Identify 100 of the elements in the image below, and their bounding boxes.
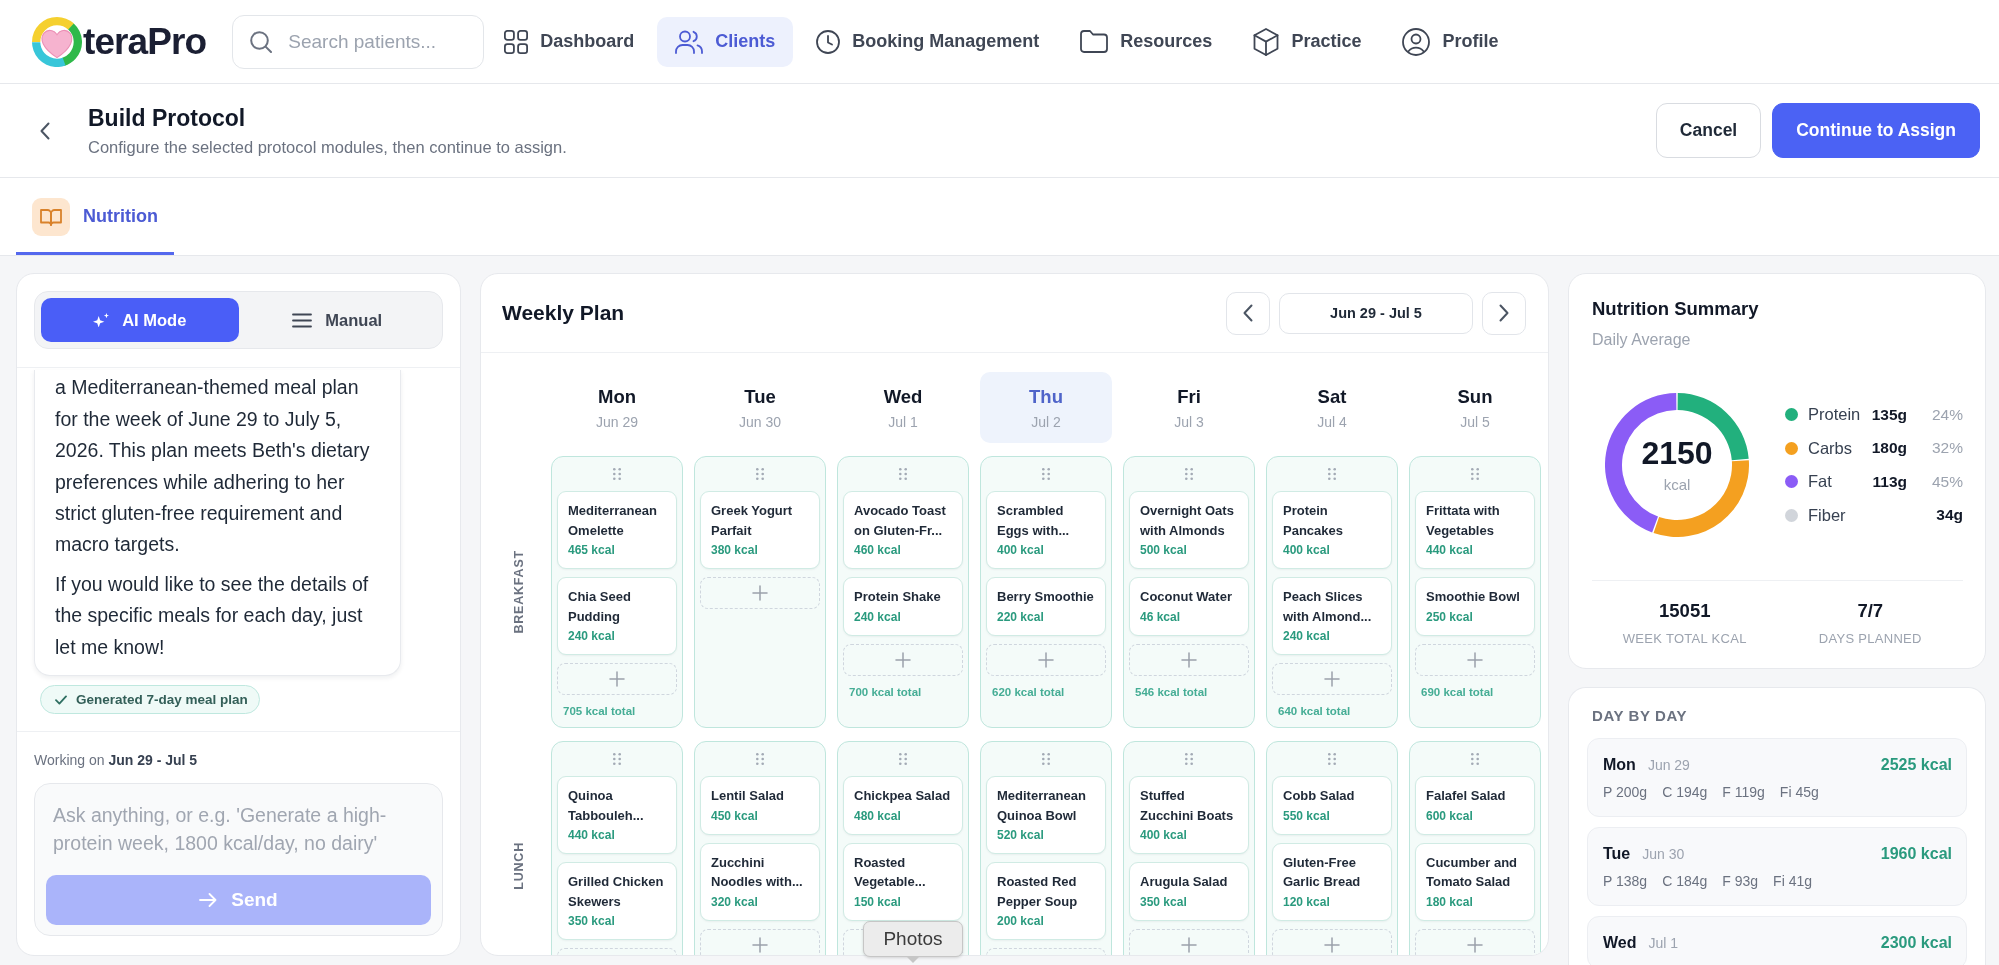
legend-percent: 32% [1930,439,1963,458]
day-header[interactable]: Thu Jul 2 [980,372,1112,443]
meal-kcal: 150 kcal [854,893,902,910]
add-meal-button[interactable] [843,643,963,676]
drag-handle-icon[interactable] [1328,468,1336,480]
add-meal-button[interactable] [1129,643,1249,676]
meal-card[interactable]: Roasted Red Pepper Soup 200 kcal [986,862,1106,940]
meal-card[interactable]: Avocado Toast on Gluten-Fr... 460 kcal [843,491,963,569]
nav-link[interactable]: Practice [1235,16,1380,67]
drag-handle-icon[interactable] [1042,753,1050,765]
add-meal-button[interactable] [986,643,1106,676]
day-summary-card[interactable]: Wed Jul 1 2300 kcal [1587,916,1967,965]
nav-link[interactable]: Booking Management [798,16,1058,67]
tooltip-pointer-icon [907,957,919,963]
meal-card[interactable]: Zucchini Noodles with... 320 kcal [700,842,820,921]
add-meal-button[interactable] [557,663,677,695]
meal-card[interactable]: Chia Seed Pudding 240 kcal [557,577,677,655]
macro-value: C 184g [1662,873,1708,890]
meal-card[interactable]: Stuffed Zucchini Boats 400 kcal [1129,776,1249,854]
mode-option[interactable]: Manual [238,298,436,342]
nav-link[interactable]: Clients [657,16,794,67]
meal-card[interactable]: Mediterranean Quinoa Bowl 520 kcal [986,776,1106,854]
previous-week-button[interactable] [1226,291,1270,335]
drag-handle-icon[interactable] [756,753,764,765]
nav-link[interactable]: Dashboard [486,16,653,67]
meal-kcal: 440 kcal [1426,542,1474,558]
meal-card[interactable]: Chickpea Salad 480 kcal [843,776,963,835]
meal-card[interactable]: Smoothie Bowl 250 kcal [1415,577,1535,636]
add-meal-button[interactable] [1415,643,1535,676]
day-header[interactable]: Sat Jul 4 [1266,372,1398,443]
drag-handle-icon[interactable] [1471,468,1479,480]
section-title: DAY BY DAY [1591,706,1689,726]
meal-card[interactable]: Scrambled Eggs with... 400 kcal [986,491,1106,569]
meal-card[interactable]: Greek Yogurt Parfait 380 kcal [700,491,820,569]
meal-card[interactable]: Lentil Salad 450 kcal [700,776,820,835]
tooltip: Photos [863,921,963,957]
day-header[interactable]: Mon Jun 29 [551,372,683,443]
meal-card[interactable]: Cobb Salad 550 kcal [1272,776,1392,835]
mode-option[interactable]: AI Mode [41,298,239,342]
drag-handle-icon[interactable] [899,753,907,765]
meal-card[interactable]: Berry Smoothie 220 kcal [986,577,1106,636]
plus-icon [1181,651,1197,668]
add-meal-button[interactable] [1415,928,1535,955]
meal-card[interactable]: Grilled Chicken Skewers 350 kcal [557,862,677,940]
meal-kcal: 440 kcal [568,827,616,843]
day-summary-card[interactable]: Mon Jun 29 2525 kcal P 200g C 194g F 119g Fi 45g [1587,738,1967,817]
legend-label: Fiber [1808,505,1847,525]
meal-card[interactable]: Coconut Water 46 kcal [1129,577,1249,636]
nav-link[interactable]: Profile [1384,16,1517,67]
meal-card[interactable]: Arugula Salad 350 kcal [1129,862,1249,921]
meal-kcal: 240 kcal [854,608,902,625]
cancel-button[interactable]: Cancel [1655,103,1762,158]
meal-name: Scrambled Eggs with... [997,502,1071,540]
meal-card[interactable]: Protein Shake 240 kcal [843,577,963,636]
add-meal-button[interactable] [1129,928,1249,955]
day-header[interactable]: Wed Jul 1 [837,372,969,443]
meal-card[interactable]: Peach Slices with Almond... 240 kcal [1272,577,1392,655]
plus-icon [1467,936,1483,953]
meal-card[interactable]: Roasted Vegetable... 150 kcal [843,842,963,921]
drag-handle-icon[interactable] [1185,753,1193,765]
drag-handle-icon[interactable] [899,468,907,480]
meal-card[interactable]: Cucumber and Tomato Salad 180 kcal [1415,842,1535,921]
meal-card[interactable]: Gluten-Free Garlic Bread 120 kcal [1272,842,1392,921]
week-range[interactable]: Jun 29 - Jul 5 [1279,292,1473,334]
meal-name: Chickpea Salad [854,787,952,805]
add-meal-button[interactable] [700,928,820,955]
add-meal-button[interactable] [1272,663,1392,695]
meal-card[interactable]: Quinoa Tabbouleh... 440 kcal [557,776,677,854]
meal-kcal: 400 kcal [1283,542,1331,558]
add-meal-button[interactable] [700,577,820,609]
drag-handle-icon[interactable] [1328,753,1336,765]
meal-name: Falafel Salad [1426,787,1507,805]
menu-icon [292,312,313,328]
next-week-button[interactable] [1482,291,1526,335]
add-meal-button[interactable] [1272,928,1392,955]
meal-card[interactable]: Protein Pancakes 400 kcal [1272,491,1392,569]
drag-handle-icon[interactable] [756,468,764,480]
drag-handle-icon[interactable] [1185,468,1193,480]
day-header[interactable]: Fri Jul 3 [1123,372,1255,443]
day-header[interactable]: Sun Jul 5 [1409,372,1541,443]
drag-handle-icon[interactable] [1042,468,1050,480]
meal-card[interactable]: Falafel Salad 600 kcal [1415,776,1535,835]
continue-button[interactable]: Continue to Assign [1772,103,1980,158]
meal-card[interactable]: Overnight Oats with Almonds 500 kcal [1129,491,1249,569]
drag-handle-icon[interactable] [613,753,621,765]
meal-card[interactable]: Frittata with Vegetables 440 kcal [1415,491,1535,569]
day-name: Mon [1603,755,1636,775]
legend-label: Protein [1808,405,1862,425]
meal-card[interactable]: Mediterranean Omelette 465 kcal [557,491,677,569]
search-field[interactable]: Search patients... [232,14,485,69]
person-circle-icon [1402,27,1431,56]
meal-kcal: 350 kcal [568,913,616,929]
cube-icon [1253,27,1280,56]
day-summary-card[interactable]: Tue Jun 30 1960 kcal P 138g C 184g F 93g Fi 41g [1587,827,1967,906]
search-input[interactable]: Search patients... [288,30,472,53]
drag-handle-icon[interactable] [1471,753,1479,765]
nav-link[interactable]: Resources [1062,16,1231,67]
day-header[interactable]: Tue Jun 30 [694,372,826,443]
drag-handle-icon[interactable] [613,468,621,480]
message-input[interactable]: Ask anything, or e.g. 'Generate a high-protein week, 1800 kcal/day, no dairy' [46,797,431,865]
